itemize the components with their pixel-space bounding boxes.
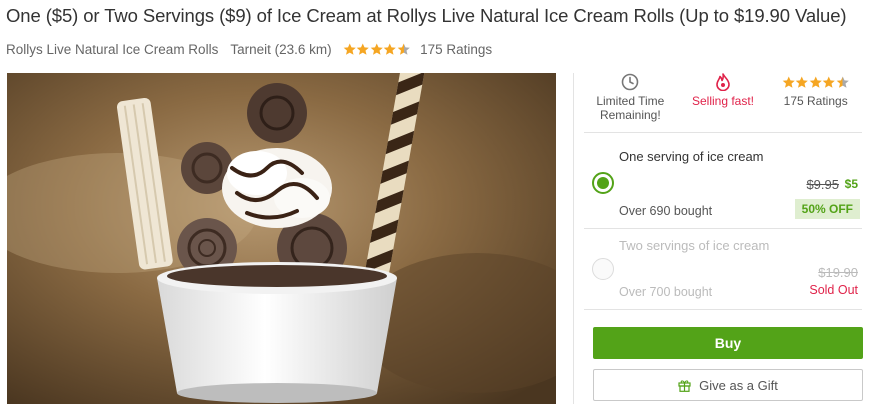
star-icon bbox=[383, 43, 397, 56]
merchant-name[interactable]: Rollys Live Natural Ice Cream Rolls bbox=[6, 42, 218, 57]
deal-title: One ($5) or Two Servings ($9) of Ice Cre… bbox=[6, 5, 847, 26]
selling-fast-badge: Selling fast! bbox=[677, 73, 770, 132]
original-price: $19.90 bbox=[818, 265, 858, 280]
sold-out-label: Sold Out bbox=[809, 283, 858, 297]
rating-stars-badge bbox=[782, 73, 850, 91]
gift-button-label: Give as a Gift bbox=[699, 377, 778, 393]
purchase-panel: Limited Time Remaining! Selling fast! 17… bbox=[573, 73, 881, 404]
original-price: $9.95 bbox=[806, 177, 839, 192]
option-name: Two servings of ice cream bbox=[619, 238, 770, 253]
ratings-badge[interactable]: 175 Ratings bbox=[769, 73, 862, 132]
clock-icon bbox=[621, 73, 639, 91]
buy-button[interactable]: Buy bbox=[593, 327, 863, 359]
deal-hero-image[interactable] bbox=[7, 73, 556, 404]
option-two-servings: Two servings of ice cream $19.90 Over 70… bbox=[584, 230, 862, 310]
star-icon bbox=[356, 43, 370, 56]
star-icon bbox=[795, 76, 809, 89]
merchant-location[interactable]: Tarneit (23.6 km) bbox=[230, 42, 331, 57]
limited-time-label: Limited Time Remaining! bbox=[596, 94, 665, 122]
rating-stars bbox=[343, 43, 411, 56]
star-icon bbox=[809, 76, 823, 89]
star-icon bbox=[822, 76, 836, 89]
selling-fast-label: Selling fast! bbox=[691, 94, 755, 108]
give-as-gift-button[interactable]: Give as a Gift bbox=[593, 369, 863, 401]
sale-price: $5 bbox=[844, 177, 858, 191]
ratings-count-link[interactable]: 175 Ratings bbox=[420, 42, 492, 57]
option-name: One serving of ice cream bbox=[619, 149, 764, 164]
star-icon bbox=[836, 76, 850, 89]
bought-count: Over 690 bought bbox=[619, 204, 713, 218]
ratings-badge-label: 175 Ratings bbox=[783, 94, 848, 108]
ice-cream-photo bbox=[7, 73, 556, 404]
discount-badge: 50% OFF bbox=[794, 199, 860, 219]
deal-meta-row: Rollys Live Natural Ice Cream Rolls Tarn… bbox=[6, 40, 492, 58]
star-icon bbox=[370, 43, 384, 56]
gift-icon bbox=[678, 379, 691, 392]
bought-count: Over 700 bought bbox=[619, 285, 713, 299]
flame-icon bbox=[715, 73, 731, 91]
option-one-serving[interactable]: One serving of ice cream $9.95 $5 Over 6… bbox=[584, 134, 862, 229]
star-icon bbox=[782, 76, 796, 89]
option-radio-selected[interactable] bbox=[592, 172, 614, 194]
star-icon bbox=[397, 43, 411, 56]
deal-badges: Limited Time Remaining! Selling fast! 17… bbox=[584, 73, 862, 133]
option-radio-disabled bbox=[592, 258, 614, 280]
limited-time-badge: Limited Time Remaining! bbox=[584, 73, 677, 132]
star-icon bbox=[343, 43, 357, 56]
